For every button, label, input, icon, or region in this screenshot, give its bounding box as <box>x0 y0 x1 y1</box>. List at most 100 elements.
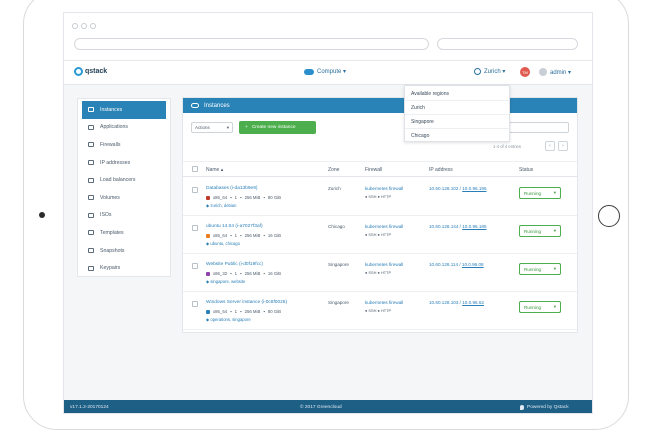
chevron-left-icon: ‹ <box>549 143 551 149</box>
row-checkbox[interactable] <box>192 301 198 307</box>
sidebar-item-label: Applications <box>100 124 128 131</box>
panel-header: Instances <box>183 98 577 113</box>
disk-icon: ▪ <box>263 195 265 200</box>
firewall-link[interactable]: kubernetes firewall <box>365 224 403 229</box>
sidebar-item-label: Snapshots <box>100 247 125 254</box>
tags-value: operations, singapore <box>210 317 251 322</box>
table-row[interactable]: Windows Server instance (i-0c8f0025) x86_… <box>183 292 577 330</box>
ip-primary[interactable]: 10.60.128.114 <box>429 262 458 267</box>
os-icon <box>206 233 210 238</box>
actions-dropdown[interactable]: Actions ▾ <box>191 122 233 133</box>
cpu-value: 1 <box>234 309 238 314</box>
ip-address: 10.60.128.103 / 10.0.96.52 <box>429 300 484 305</box>
arch-value: x86_64 <box>213 233 228 238</box>
logo[interactable]: qstack <box>74 67 107 76</box>
status-dropdown[interactable]: Running ▾ <box>519 187 561 199</box>
sidebar-item-snapshots[interactable]: Snapshots <box>78 242 170 260</box>
sidebar-item-load-balancers[interactable]: Load balancers <box>78 171 170 189</box>
drive-icon <box>88 195 94 201</box>
compute-menu[interactable]: Compute ▾ <box>304 68 346 75</box>
firewall-link[interactable]: kubernetes firewall <box>365 186 403 191</box>
row-checkbox[interactable] <box>192 263 198 269</box>
firewall-rules: ● SSH ● HTTP <box>365 232 392 237</box>
ip-secondary[interactable]: 10.0.96.185 <box>462 224 486 229</box>
status-value: Running <box>524 228 542 234</box>
sidebar-item-label: Load balancers <box>100 177 136 184</box>
region-option-singapore[interactable]: Singapore <box>405 115 509 129</box>
cpu-icon: ▪ <box>230 271 232 276</box>
column-ip[interactable]: IP address <box>429 167 453 173</box>
instance-tags[interactable]: ◆ operations, singapore <box>206 317 251 322</box>
instance-specs: x86_64 ▪ 1 ▪ 256 MiB ▪ 16 GiB <box>206 233 281 238</box>
cpu-value: 1 <box>234 271 238 276</box>
column-status[interactable]: Status <box>519 167 533 173</box>
window-dot-icon[interactable] <box>90 23 96 29</box>
user-menu[interactable]: admin ▾ <box>539 68 571 76</box>
tags-value: singapore, website <box>210 279 246 284</box>
instance-tags[interactable]: ◆ zurich, debian <box>206 203 236 208</box>
region-selector[interactable]: Zurich ▾ <box>474 68 505 75</box>
instance-name-link[interactable]: ubuntu 14.04 (i-a7027f3af) <box>206 224 263 229</box>
ip-secondary[interactable]: 10.0.96.195 <box>462 186 486 191</box>
sidebar-item-keypairs[interactable]: Keypairs <box>78 259 170 277</box>
column-name[interactable]: Name ▴ <box>206 167 223 173</box>
sidebar-item-label: ISOs <box>100 212 112 219</box>
column-firewall[interactable]: Firewall <box>365 167 382 173</box>
sidebar-item-applications[interactable]: Applications <box>78 119 170 137</box>
instance-specs: x86_32 ▪ 1 ▪ 256 MiB ▪ 16 GiB <box>206 271 281 276</box>
status-value: Running <box>524 266 542 272</box>
sidebar-item-ip-addresses[interactable]: IP addresses <box>78 154 170 172</box>
sidebar-item-isos[interactable]: ISOs <box>78 207 170 225</box>
next-page-button[interactable]: › <box>558 141 568 151</box>
instance-name-link[interactable]: Website Public (i-d0f19fcc) <box>206 262 263 267</box>
sidebar-item-templates[interactable]: Templates <box>78 224 170 242</box>
region-option-zurich[interactable]: Zurich <box>405 101 509 115</box>
ip-secondary[interactable]: 10.0.96.52 <box>462 300 484 305</box>
template-icon <box>88 230 94 236</box>
window-dot-icon[interactable] <box>72 23 78 29</box>
region-option-chicago[interactable]: Chicago <box>405 129 509 142</box>
powered-by-link[interactable]: Powered by Qstack <box>520 405 569 410</box>
firewall-link[interactable]: kubernetes firewall <box>365 300 403 305</box>
filter-input[interactable] <box>509 122 569 133</box>
ip-primary[interactable]: 10.60.128.102 <box>429 186 458 191</box>
firewall-link[interactable]: kubernetes firewall <box>365 262 403 267</box>
instance-name-link[interactable]: Windows Server instance (i-0c8f0025) <box>206 300 287 305</box>
ip-primary[interactable]: 10.60.128.103 <box>429 300 458 305</box>
prev-page-button[interactable]: ‹ <box>545 141 555 151</box>
sidebar-item-firewalls[interactable]: Firewalls <box>78 136 170 154</box>
sidebar-item-volumes[interactable]: Volumes <box>78 189 170 207</box>
apps-icon <box>88 124 94 130</box>
home-button[interactable] <box>598 205 620 227</box>
cloud-icon <box>191 103 199 108</box>
cpu-icon: ▪ <box>230 195 232 200</box>
disk-icon: ▪ <box>263 271 265 276</box>
instance-tags[interactable]: ◆ singapore, website <box>206 279 245 284</box>
column-zone[interactable]: Zone <box>328 167 339 173</box>
table-row[interactable]: Website Public (i-d0f19fcc) x86_32 ▪ 1 ▪ 256 … <box>183 254 577 292</box>
sidebar-item-instances[interactable]: Instances <box>82 101 166 119</box>
powered-text: Powered by Qstack <box>527 405 569 410</box>
instance-tags[interactable]: ◆ ubuntu, chicago <box>206 241 240 246</box>
create-instance-button[interactable]: + Create new instance <box>239 121 316 134</box>
status-dropdown[interactable]: Running ▾ <box>519 225 561 237</box>
ip-secondary[interactable]: 10.0.96.08 <box>462 262 484 267</box>
zone-value: Singapore <box>328 300 349 305</box>
browser-search-bar[interactable] <box>437 38 578 50</box>
sidebar-item-label: Templates <box>100 229 124 236</box>
status-dropdown[interactable]: Running ▾ <box>519 263 561 275</box>
window-dot-icon[interactable] <box>81 23 87 29</box>
ip-primary[interactable]: 10.60.128.144 <box>429 224 458 229</box>
row-checkbox[interactable] <box>192 187 198 193</box>
select-all-checkbox[interactable] <box>192 166 198 172</box>
status-dropdown[interactable]: Running ▾ <box>519 301 561 313</box>
instance-name-link[interactable]: Databases (i-da13b9e9) <box>206 186 257 191</box>
ram-value: 256 MiB <box>244 309 261 314</box>
address-bar[interactable] <box>74 38 429 50</box>
row-checkbox[interactable] <box>192 225 198 231</box>
firewall-rules: ● SSH ● HTTP <box>365 270 392 275</box>
avatar[interactable]: TM <box>520 67 530 77</box>
chevron-down-icon: ▾ <box>553 304 556 309</box>
table-row[interactable]: ubuntu 14.04 (i-a7027f3af) x86_64 ▪ 1 ▪ 256 M… <box>183 216 577 254</box>
table-row[interactable]: Databases (i-da13b9e9) x86_64 ▪ 1 ▪ 256 MiB ▪ 8… <box>183 178 577 216</box>
